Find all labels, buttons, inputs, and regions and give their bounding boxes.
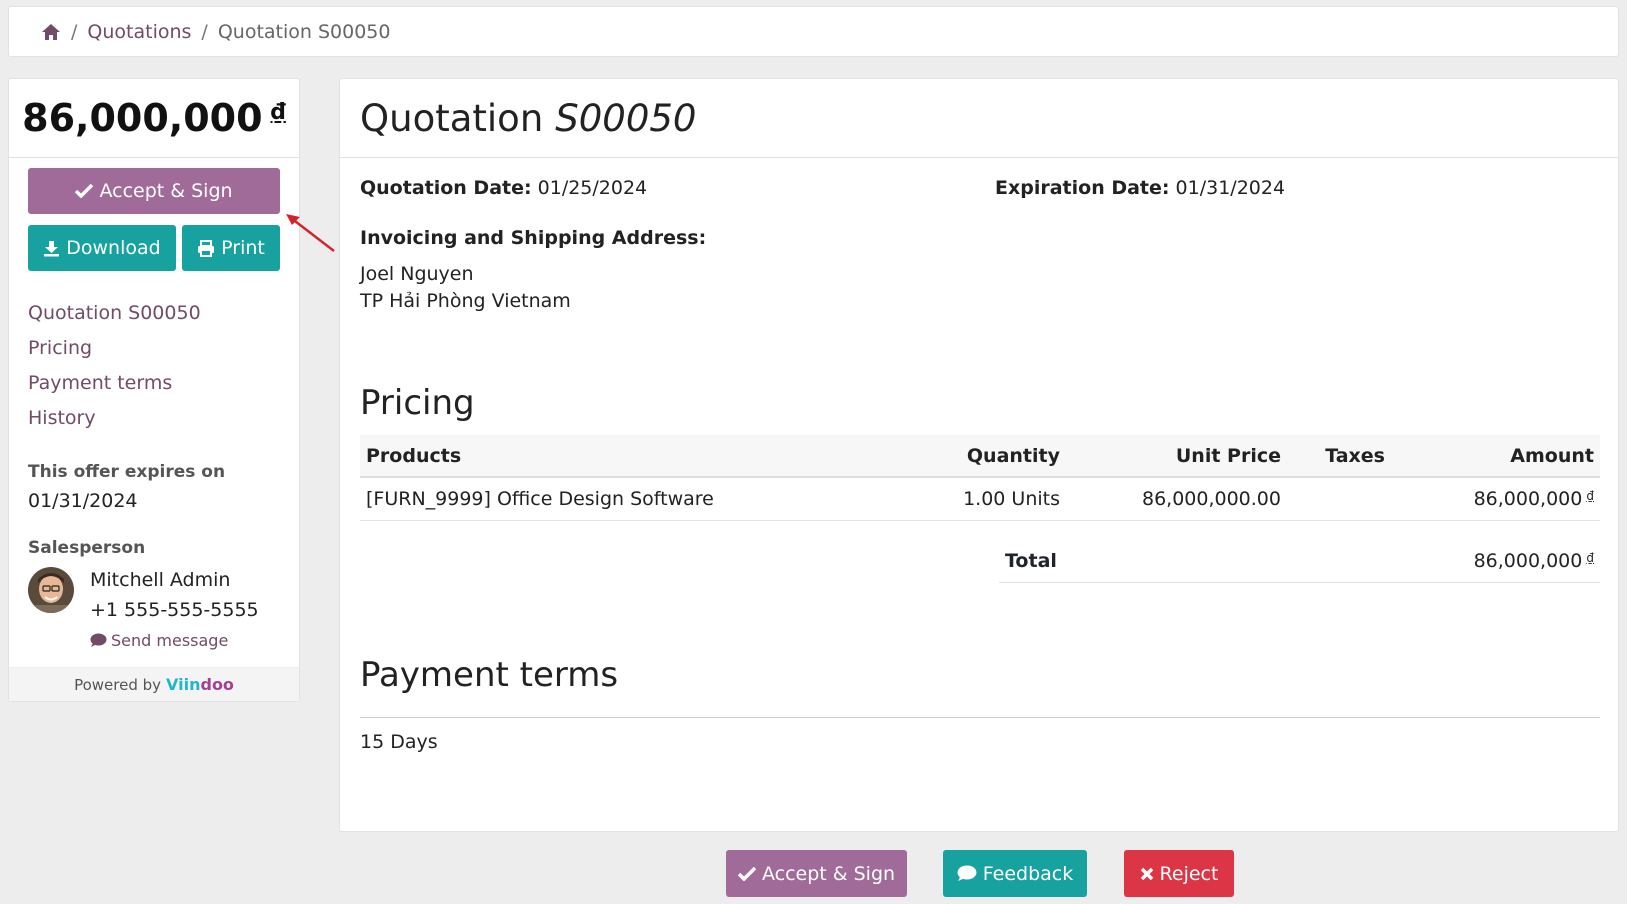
expires-date: 01/31/2024 [28, 490, 138, 512]
print-label: Print [221, 237, 265, 259]
address-name: Joel Nguyen [360, 263, 474, 285]
quotation-date-label: Quotation Date: [360, 177, 532, 199]
table-of-contents: Quotation S00050 Pricing Payment terms H… [28, 298, 201, 438]
row-amount: 86,000,000 ₫ [1385, 488, 1600, 510]
header-taxes: Taxes [1325, 444, 1385, 467]
times-icon [1140, 867, 1153, 880]
reject-button[interactable]: Reject [1124, 850, 1234, 897]
breadcrumb-quotations[interactable]: Quotations [87, 21, 191, 43]
download-icon [44, 240, 60, 256]
row-unit-price: 86,000,000.00 [1141, 488, 1281, 510]
sidebar: 86,000,000 ₫ Accept & Sign Download Prin… [8, 78, 300, 702]
row-currency: ₫ [1586, 489, 1594, 503]
total-currency: ₫ [1586, 550, 1594, 565]
annotation-arrow [286, 214, 335, 252]
amount-value: 86,000,000 [22, 96, 263, 140]
quotation-date-value: 01/25/2024 [537, 177, 648, 199]
total-value: 86,000,000 ₫ [1474, 550, 1600, 572]
total-amount: 86,000,000 [1473, 549, 1583, 572]
accept-sign-label: Accept & Sign [99, 180, 233, 202]
title-number: S00050 [555, 96, 697, 140]
table-row: [FURN_9999] Office Design Software 1.00 … [360, 478, 1600, 521]
expires-label: This offer expires on [28, 462, 226, 482]
home-icon[interactable] [41, 23, 61, 41]
powered-by: Powered by Viindoo [9, 667, 299, 701]
powered-by-label: Powered by [74, 675, 162, 694]
expiration-date-label: Expiration Date: [995, 177, 1170, 199]
expiration-date-value: 01/31/2024 [1175, 177, 1286, 199]
page-title: Quotation S00050 [340, 79, 1618, 158]
bottom-accept-sign-button[interactable]: Accept & Sign [726, 850, 907, 897]
feedback-label: Feedback [982, 862, 1074, 885]
header-products: Products [366, 444, 462, 467]
avatar [28, 567, 74, 613]
accept-sign-button[interactable]: Accept & Sign [28, 168, 280, 214]
row-amount-value: 86,000,000 [1473, 488, 1583, 510]
salesperson-label: Salesperson [28, 538, 146, 558]
toc-payment-terms[interactable]: Payment terms [28, 368, 201, 403]
row-product: [FURN_9999] Office Design Software [366, 488, 714, 510]
pricing-table: Products Quantity Unit Price Taxes Amoun… [360, 435, 1600, 521]
comment-icon [957, 865, 977, 881]
address-label: Invoicing and Shipping Address: [360, 227, 706, 249]
address-label-text: Invoicing and Shipping Address: [360, 227, 707, 249]
print-icon [198, 239, 215, 257]
check-icon [75, 184, 94, 198]
send-message-label: Send message [111, 631, 229, 650]
download-label: Download [66, 237, 161, 259]
brand-logo-part-b: doo [200, 675, 234, 694]
row-quantity: 1.00 Units [963, 488, 1060, 510]
expiration-date: Expiration Date: 01/31/2024 [995, 177, 1285, 199]
address-city: TP Hải Phòng Vietnam [360, 290, 571, 312]
payment-terms-heading: Payment terms [360, 655, 619, 695]
header-amount: Amount [1510, 444, 1594, 467]
title-prefix: Quotation [360, 96, 544, 140]
pricing-heading: Pricing [360, 383, 475, 423]
bottom-accept-label: Accept & Sign [761, 862, 896, 885]
toc-quotation[interactable]: Quotation S00050 [28, 298, 201, 333]
divider [360, 717, 1600, 718]
breadcrumb-separator: / [201, 20, 208, 43]
send-message-link[interactable]: Send message [90, 631, 228, 650]
quotation-panel: Quotation S00050 Quotation Date: 01/25/2… [339, 78, 1619, 832]
toc-pricing[interactable]: Pricing [28, 333, 201, 368]
feedback-button[interactable]: Feedback [943, 850, 1087, 897]
header-unit-price: Unit Price [1175, 444, 1281, 467]
check-icon [737, 866, 756, 881]
currency-symbol: ₫ [270, 99, 286, 125]
breadcrumb: / Quotations / Quotation S00050 [8, 6, 1619, 57]
breadcrumb-current: Quotation S00050 [217, 20, 391, 43]
total-label: Total [1005, 549, 1057, 572]
salesperson-name: Mitchell Admin [90, 569, 231, 591]
download-button[interactable]: Download [28, 225, 176, 271]
header-quantity: Quantity [966, 444, 1060, 467]
print-button[interactable]: Print [182, 225, 280, 271]
table-header: Products Quantity Unit Price Taxes Amoun… [360, 435, 1600, 478]
brand-logo-part-a: Viin [166, 675, 201, 694]
toc-history[interactable]: History [28, 403, 201, 438]
salesperson-phone: +1 555-555-5555 [90, 599, 259, 621]
sidebar-amount: 86,000,000 ₫ [9, 79, 299, 158]
breadcrumb-separator: / [71, 20, 78, 43]
quotation-date: Quotation Date: 01/25/2024 [360, 177, 647, 199]
comment-icon [90, 633, 107, 647]
reject-label: Reject [1159, 862, 1219, 885]
brand-logo[interactable]: Viindoo [166, 675, 234, 694]
payment-terms-value: 15 Days [360, 731, 438, 753]
total-row: Total 86,000,000 ₫ [999, 539, 1600, 583]
